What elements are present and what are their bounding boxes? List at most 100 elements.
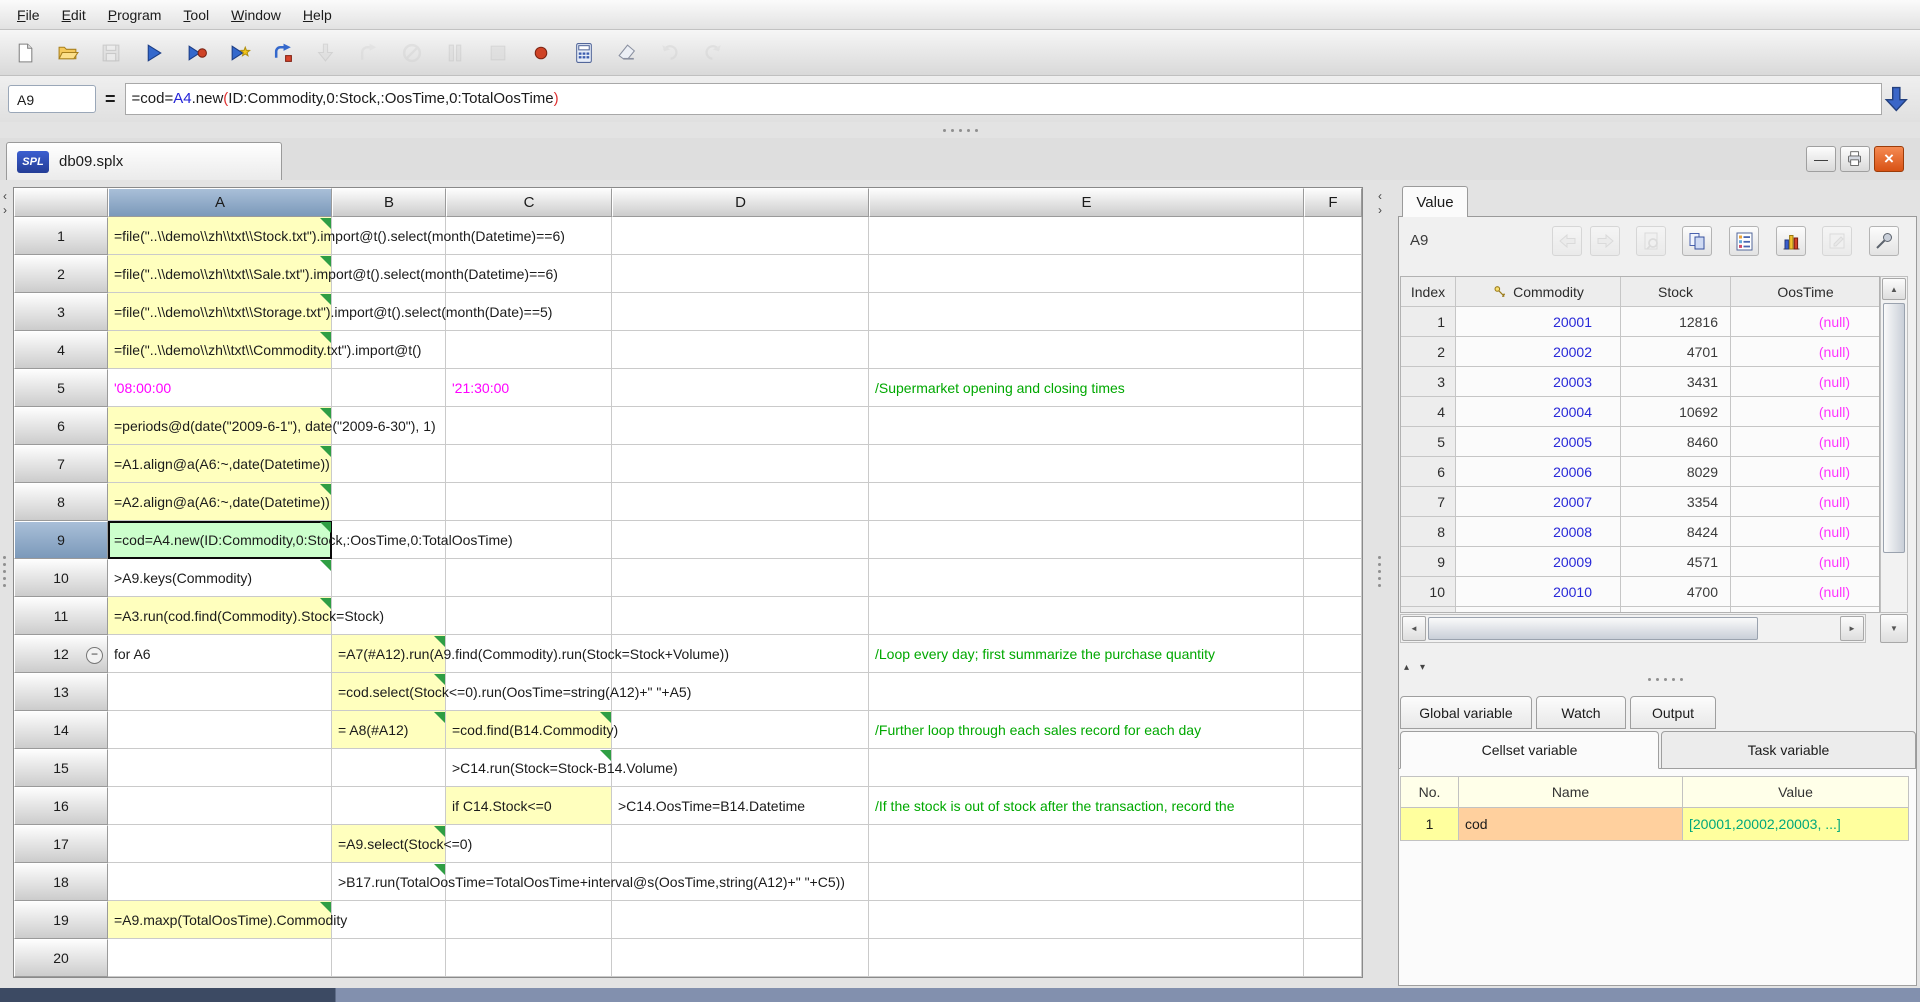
tab-db09-splx[interactable]: SPL db09.splx — [6, 142, 282, 180]
copy-data-button[interactable] — [1682, 226, 1712, 256]
value-row-10-oostime[interactable]: (null) — [1731, 577, 1880, 607]
value-row-6-index[interactable]: 6 — [1401, 457, 1456, 487]
row-header-7[interactable]: 7 — [14, 445, 108, 483]
value-row-11-index[interactable]: 11 — [1401, 607, 1456, 613]
value-table-header-index[interactable]: Index — [1401, 277, 1456, 307]
row-header-2[interactable]: 2 — [14, 255, 108, 293]
horizontal-splitter[interactable] — [0, 122, 1920, 138]
value-row-5-commodity[interactable]: 20005 — [1456, 427, 1621, 457]
cell-B8[interactable] — [332, 483, 446, 521]
scroll-right-button[interactable]: ► — [1840, 616, 1864, 641]
value-row-3-commodity[interactable]: 20003 — [1456, 367, 1621, 397]
cell-F17[interactable] — [1304, 825, 1362, 863]
row-header-5[interactable]: 5 — [14, 369, 108, 407]
run-button[interactable] — [141, 40, 167, 66]
grid-corner-header[interactable] — [14, 188, 108, 217]
row-header-12[interactable]: 12− — [14, 635, 108, 673]
cell-F13[interactable] — [1304, 673, 1362, 711]
cell-A16[interactable] — [108, 787, 332, 825]
value-row-3-stock[interactable]: 3431 — [1621, 367, 1731, 397]
cell-E7[interactable] — [869, 445, 1304, 483]
value-row-6-stock[interactable]: 8029 — [1621, 457, 1731, 487]
breakpoint-button[interactable] — [528, 40, 554, 66]
value-row-3-index[interactable]: 3 — [1401, 367, 1456, 397]
value-row-5-oostime[interactable]: (null) — [1731, 427, 1880, 457]
row-header-3[interactable]: 3 — [14, 293, 108, 331]
cell-E17[interactable] — [869, 825, 1304, 863]
cell-D4[interactable] — [612, 331, 869, 369]
chart-button[interactable] — [1776, 226, 1806, 256]
variable-row-value[interactable]: [20001,20002,20003, ...] — [1682, 807, 1909, 841]
cell-E4[interactable] — [869, 331, 1304, 369]
cell-A20[interactable] — [108, 939, 332, 977]
cell-B10[interactable] — [332, 559, 446, 597]
cell-F20[interactable] — [1304, 939, 1362, 977]
cell-C19[interactable] — [446, 901, 612, 939]
cell-D6[interactable] — [612, 407, 869, 445]
expand-formula-button[interactable] — [1882, 84, 1912, 114]
row-header-19[interactable]: 19 — [14, 901, 108, 939]
cell-C11[interactable] — [446, 597, 612, 635]
cell-F5[interactable] — [1304, 369, 1362, 407]
cell-E1[interactable] — [869, 217, 1304, 255]
value-row-8-oostime[interactable]: (null) — [1731, 517, 1880, 547]
cell-E19[interactable] — [869, 901, 1304, 939]
cell-E8[interactable] — [869, 483, 1304, 521]
cell-D19[interactable] — [612, 901, 869, 939]
menu-file[interactable]: File — [6, 3, 51, 27]
value-row-7-oostime[interactable]: (null) — [1731, 487, 1880, 517]
value-row-5-index[interactable]: 5 — [1401, 427, 1456, 457]
vertical-scroll-thumb[interactable] — [1883, 303, 1905, 553]
debug-run-button[interactable] — [184, 40, 210, 66]
cell-B7[interactable] — [332, 445, 446, 483]
row-header-4[interactable]: 4 — [14, 331, 108, 369]
cell-E6[interactable] — [869, 407, 1304, 445]
cell-F12[interactable] — [1304, 635, 1362, 673]
cell-E3[interactable] — [869, 293, 1304, 331]
cell-F3[interactable] — [1304, 293, 1362, 331]
cell-D17[interactable] — [612, 825, 869, 863]
cell-E11[interactable] — [869, 597, 1304, 635]
cell-F2[interactable] — [1304, 255, 1362, 293]
value-row-4-commodity[interactable]: 20004 — [1456, 397, 1621, 427]
row-header-15[interactable]: 15 — [14, 749, 108, 787]
row-header-17[interactable]: 17 — [14, 825, 108, 863]
cell-C6[interactable] — [446, 407, 612, 445]
cell-D8[interactable] — [612, 483, 869, 521]
value-row-9-commodity[interactable]: 20009 — [1456, 547, 1621, 577]
value-row-1-index[interactable]: 1 — [1401, 307, 1456, 337]
value-row-8-stock[interactable]: 8424 — [1621, 517, 1731, 547]
variable-row-name[interactable]: cod — [1458, 807, 1683, 841]
value-row-10-stock[interactable]: 4700 — [1621, 577, 1731, 607]
panel-splitter-collapse-right[interactable]: › — [1378, 204, 1382, 216]
value-row-8-index[interactable]: 8 — [1401, 517, 1456, 547]
tab-watch[interactable]: Watch — [1536, 696, 1626, 729]
cell-E10[interactable] — [869, 559, 1304, 597]
cell-C7[interactable] — [446, 445, 612, 483]
value-row-1-commodity[interactable]: 20001 — [1456, 307, 1621, 337]
row-header-11[interactable]: 11 — [14, 597, 108, 635]
scroll-down-button[interactable]: ▼ — [1880, 614, 1908, 643]
value-row-10-commodity[interactable]: 20010 — [1456, 577, 1621, 607]
cell-B20[interactable] — [332, 939, 446, 977]
value-row-1-stock[interactable]: 12816 — [1621, 307, 1731, 337]
menu-help[interactable]: Help — [292, 3, 343, 27]
variable-row-no[interactable]: 1 — [1400, 807, 1459, 841]
value-table-header-commodity[interactable]: Commodity — [1456, 277, 1621, 307]
left-splitter-collapse-left[interactable]: ‹ — [3, 190, 7, 202]
cell-C4[interactable] — [446, 331, 612, 369]
cell-F15[interactable] — [1304, 749, 1362, 787]
cell-B16[interactable] — [332, 787, 446, 825]
cell-C20[interactable] — [446, 939, 612, 977]
cell-reference-box[interactable]: A9 — [8, 85, 96, 113]
cell-F14[interactable] — [1304, 711, 1362, 749]
row-header-1[interactable]: 1 — [14, 217, 108, 255]
cell-A14[interactable] — [108, 711, 332, 749]
tab-value[interactable]: Value — [1402, 186, 1468, 217]
cell-A15[interactable] — [108, 749, 332, 787]
value-row-1-oostime[interactable]: (null) — [1731, 307, 1880, 337]
calculate-button[interactable] — [571, 40, 597, 66]
column-header-C[interactable]: C — [446, 188, 612, 217]
new-file-button[interactable] — [12, 40, 38, 66]
value-row-3-oostime[interactable]: (null) — [1731, 367, 1880, 397]
